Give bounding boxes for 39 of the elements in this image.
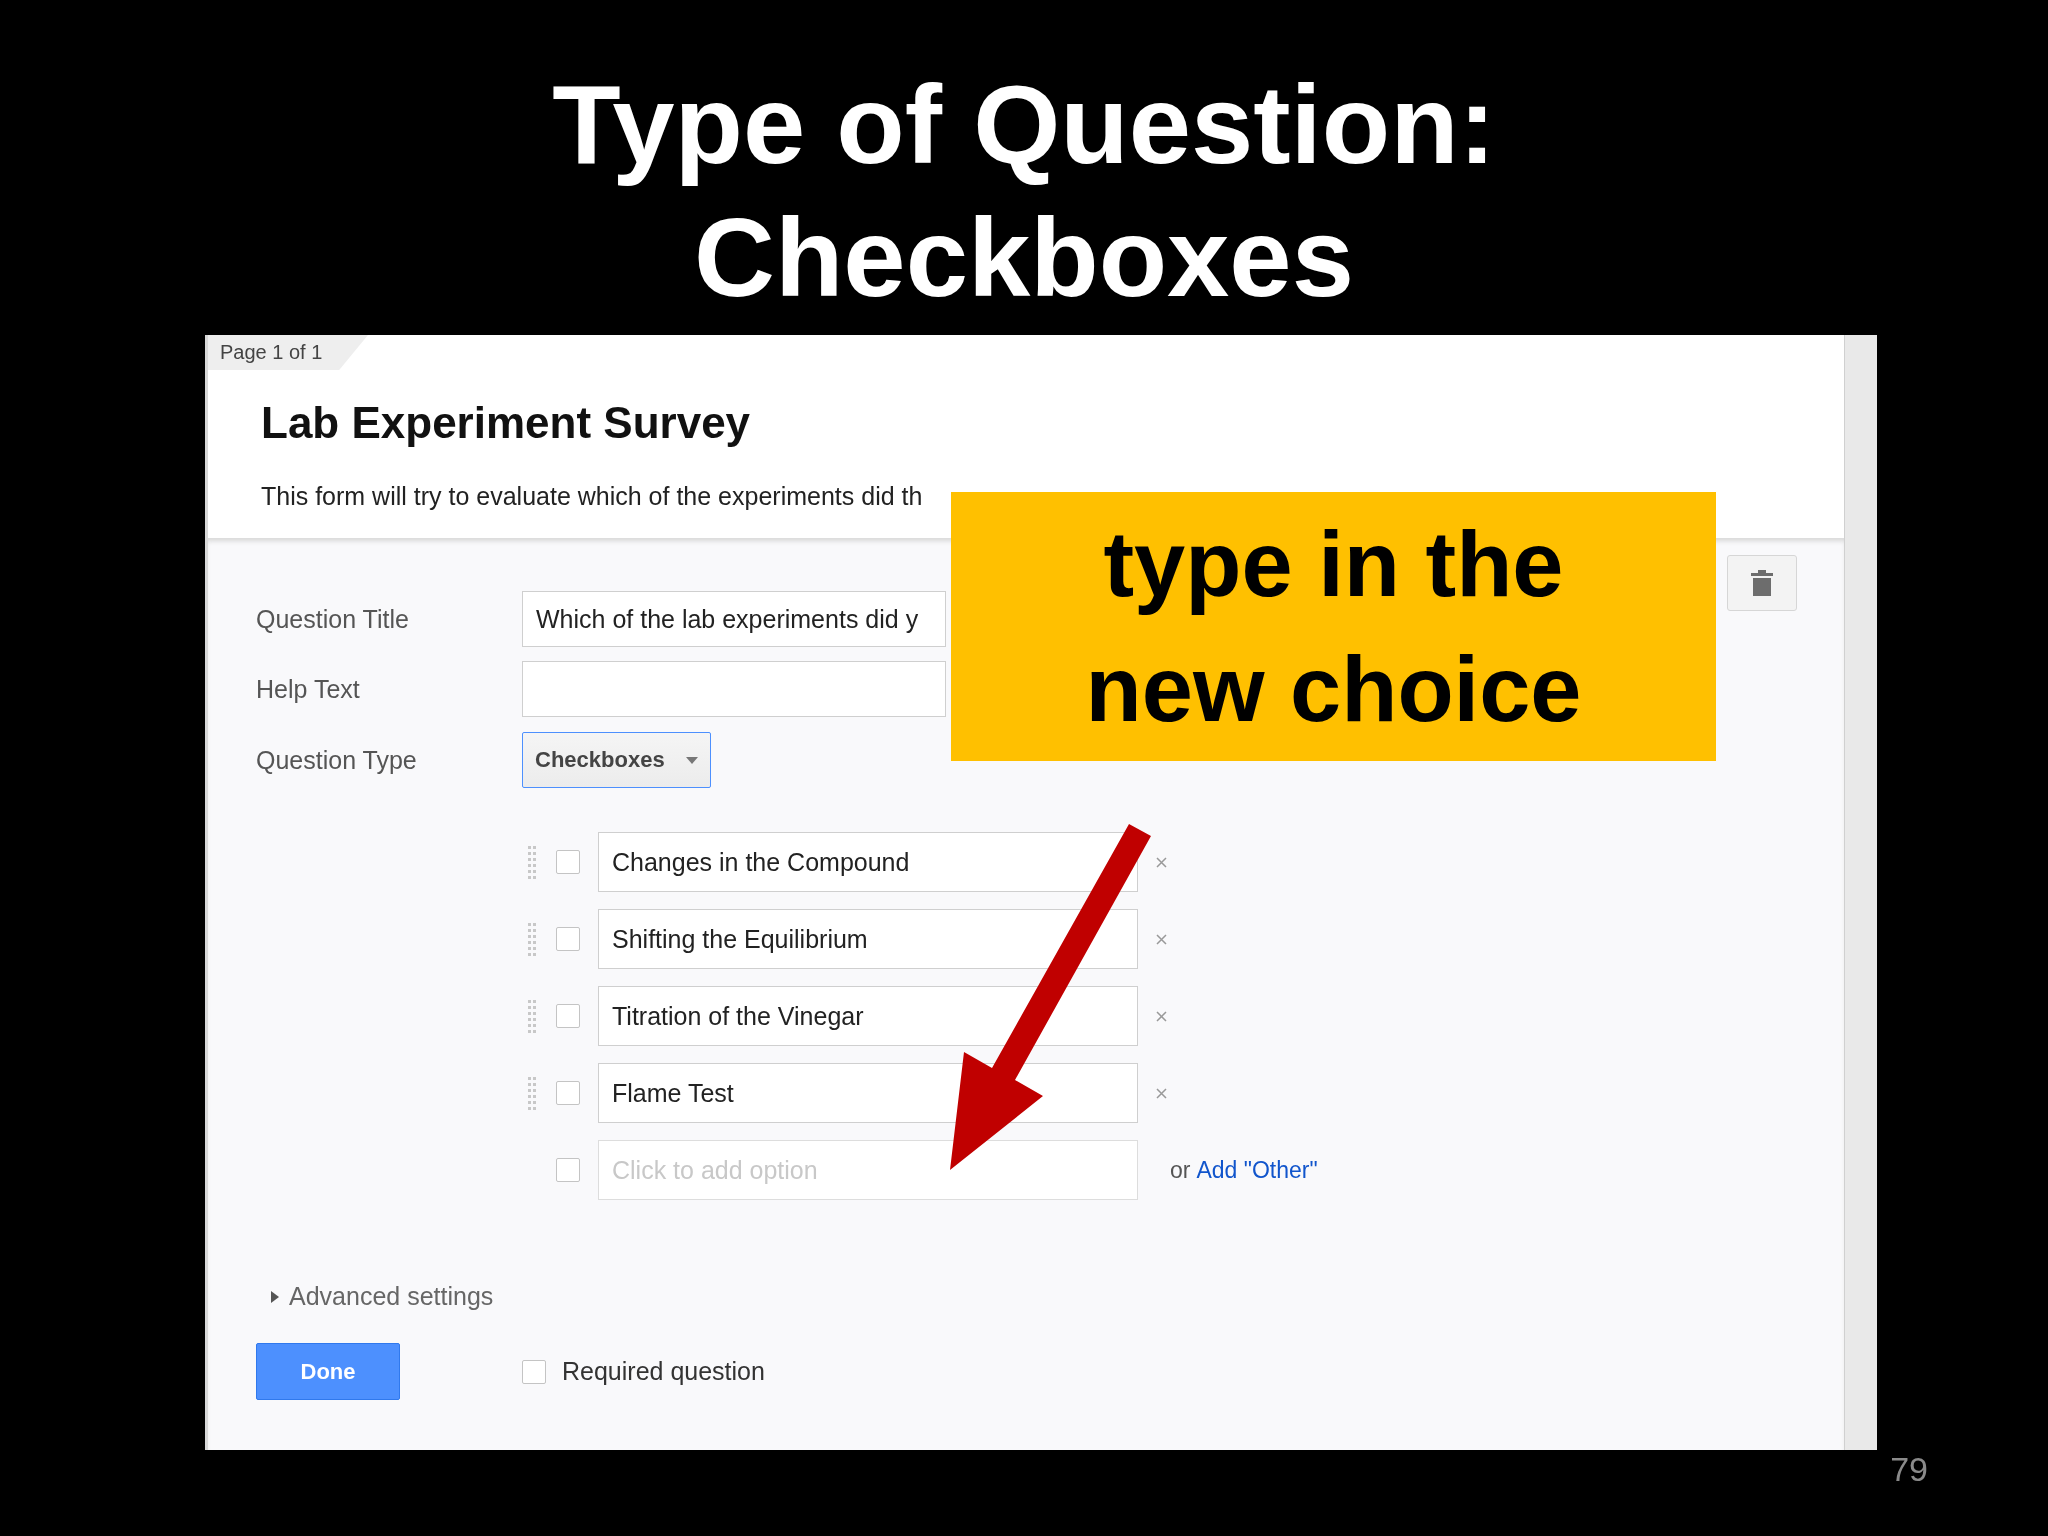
drag-handle-icon[interactable] <box>528 1076 536 1110</box>
option-checkbox[interactable] <box>556 850 580 874</box>
option-field[interactable]: Shifting the Equilibrium <box>598 909 1138 969</box>
slide-title: Checkboxes <box>694 194 1354 322</box>
close-icon[interactable] <box>1156 856 1167 868</box>
field-label: Question Title <box>256 604 410 634</box>
question-title-field[interactable]: Which of the lab experiments did y <box>522 591 946 647</box>
close-icon[interactable] <box>1156 1087 1167 1099</box>
drag-handle-icon[interactable] <box>528 922 536 956</box>
help-text-field[interactable] <box>522 661 946 717</box>
slide-number: 79 <box>1890 1450 1928 1489</box>
drag-handle-icon[interactable] <box>528 845 536 879</box>
option-checkbox[interactable] <box>556 1081 580 1105</box>
caret-icon <box>686 756 698 764</box>
option-field[interactable]: Titration of the Vinegar <box>598 986 1138 1046</box>
option-checkbox[interactable] <box>556 927 580 951</box>
close-icon[interactable] <box>1156 933 1167 945</box>
delete-button[interactable] <box>1727 555 1797 611</box>
required-checkbox[interactable] <box>522 1359 546 1384</box>
scrollbar[interactable] <box>1844 335 1877 1450</box>
option-checkbox[interactable] <box>556 1004 580 1028</box>
callout-text: new choice <box>1085 636 1582 742</box>
trash-icon <box>1751 570 1773 596</box>
drag-handle-icon[interactable] <box>528 999 536 1033</box>
callout-text: type in the <box>1103 511 1564 617</box>
field-label: Question Type <box>256 745 418 775</box>
option-checkbox[interactable] <box>556 1158 580 1182</box>
required-label: Required question <box>562 1357 765 1386</box>
form-description: This form will try to evaluate which of the experiments did th <box>261 482 924 511</box>
advanced-settings-toggle[interactable]: Advanced settings <box>256 1282 494 1311</box>
expand-arrow-icon <box>271 1290 279 1303</box>
field-label: Help Text <box>256 674 361 704</box>
question-type-dropdown[interactable]: Checkboxes <box>522 732 711 788</box>
option-field[interactable]: Changes in the Compound <box>598 832 1138 892</box>
close-icon[interactable] <box>1156 1010 1167 1022</box>
form-title: Lab Experiment Survey <box>261 398 752 448</box>
slide-title: Type of Question: <box>552 61 1496 189</box>
or-text: or <box>1170 1156 1191 1184</box>
add-other-link[interactable]: Add "Other" <box>1196 1156 1318 1184</box>
